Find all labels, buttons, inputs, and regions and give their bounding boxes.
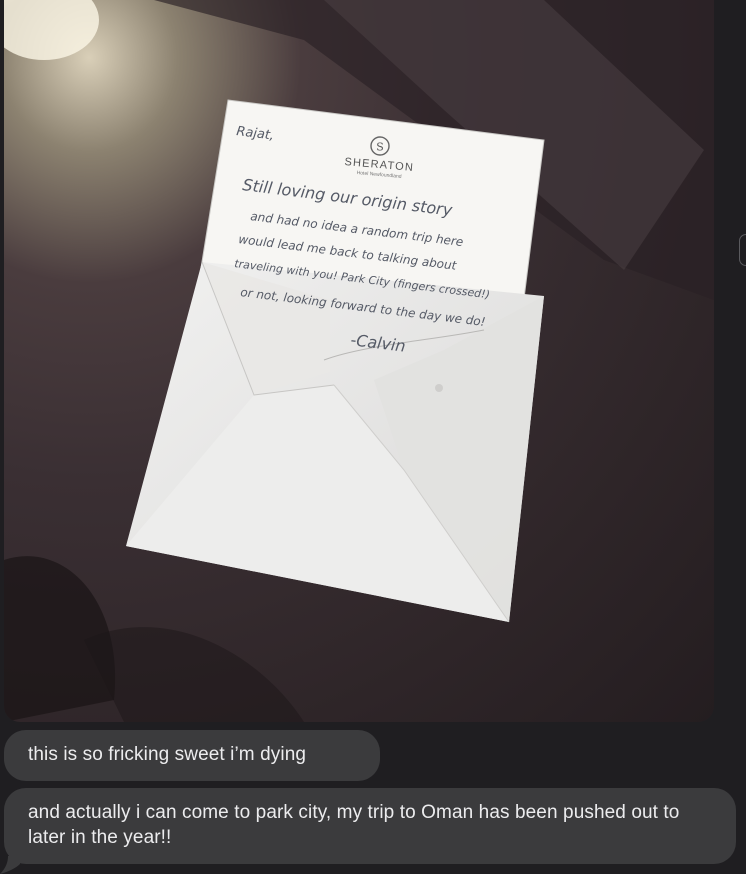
photo-message[interactable]: S SHERATON Hotel Newfoundland Rajat, Sti… bbox=[4, 0, 714, 722]
scroll-edge-handle[interactable] bbox=[739, 234, 746, 266]
message-text: this is so fricking sweet i’m dying bbox=[28, 744, 307, 765]
logo-letter: S bbox=[376, 141, 384, 154]
chat-bubble[interactable]: and actually i can come to park city, my… bbox=[4, 788, 736, 864]
message-text: and actually i can come to park city, my… bbox=[28, 802, 680, 848]
chat-bubble[interactable]: this is so fricking sweet i’m dying bbox=[4, 730, 380, 781]
bubble-tail-icon bbox=[0, 856, 20, 874]
note-photo: S SHERATON Hotel Newfoundland Rajat, Sti… bbox=[4, 0, 714, 722]
